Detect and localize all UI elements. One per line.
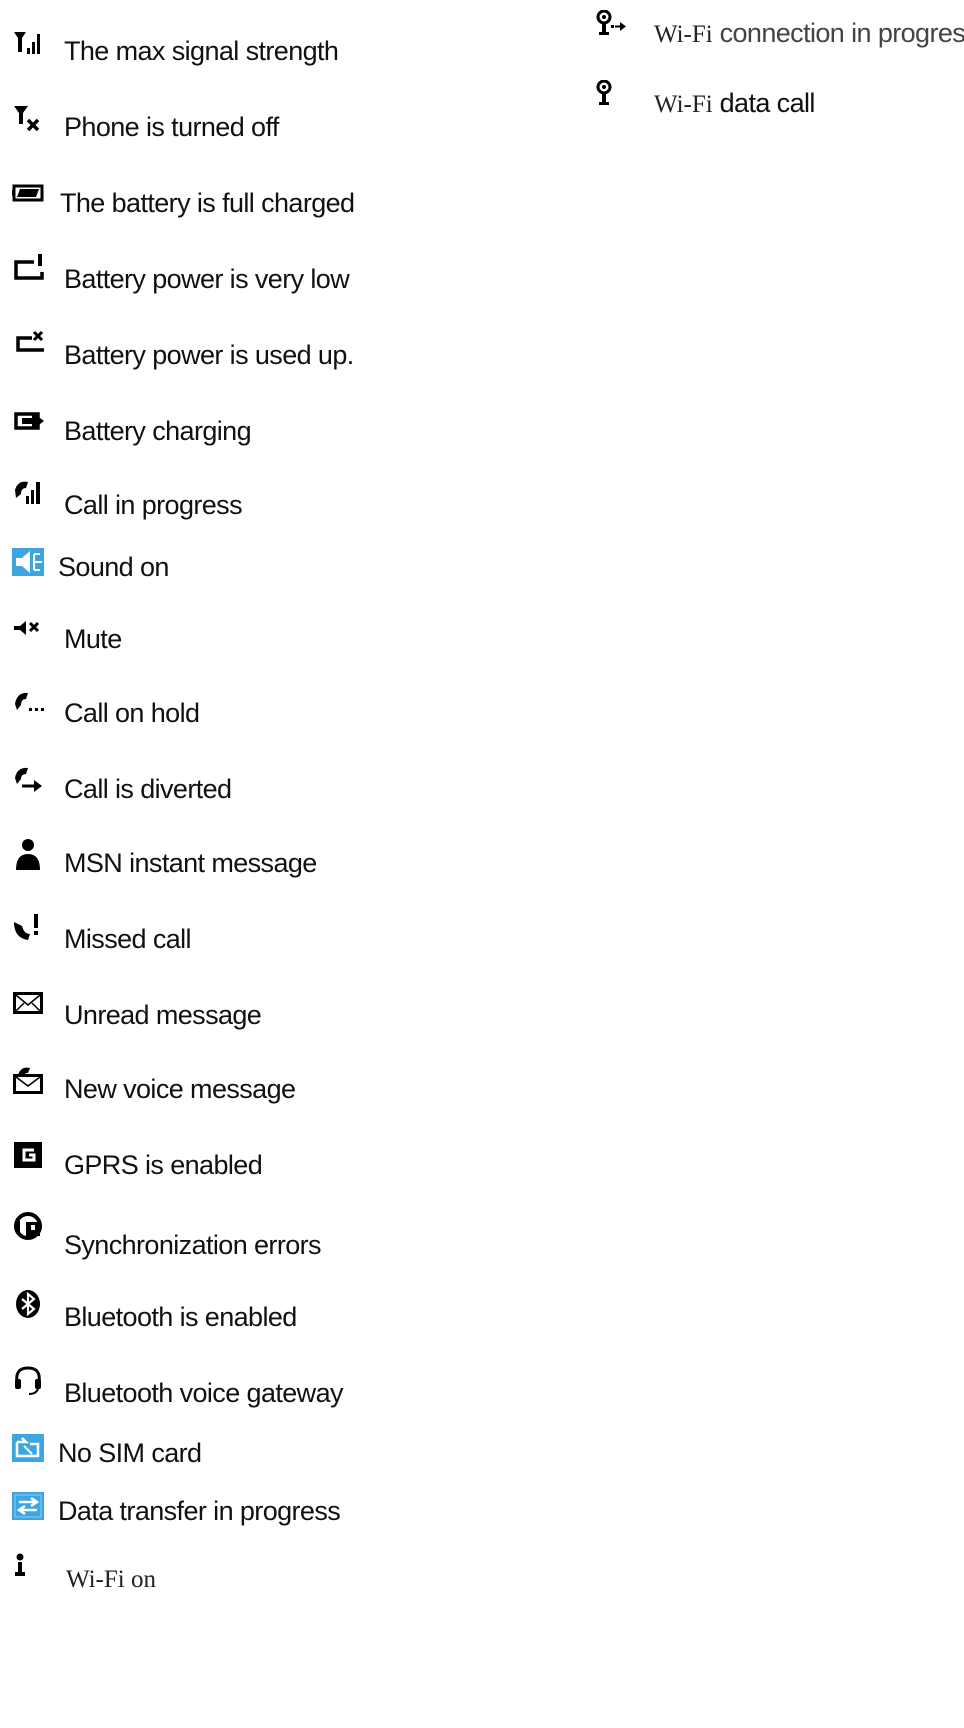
legend-label: Phone is turned off bbox=[64, 112, 279, 142]
legend-label: Battery power is very low bbox=[64, 264, 350, 294]
gprs-icon bbox=[12, 1140, 46, 1174]
legend-label: Call is diverted bbox=[64, 774, 232, 804]
battery-empty-icon bbox=[12, 328, 46, 362]
legend-label: MSN instant message bbox=[64, 848, 317, 878]
battery-low-icon bbox=[12, 252, 46, 286]
voicemail-icon bbox=[12, 1064, 46, 1098]
legend-label: Bluetooth voice gateway bbox=[64, 1378, 343, 1408]
no-sim-icon bbox=[12, 1434, 46, 1468]
legend-label: Data transfer in progress bbox=[58, 1496, 341, 1526]
battery-full-icon bbox=[12, 178, 46, 212]
legend-label: GPRS is enabled bbox=[64, 1150, 263, 1180]
signal-strength-icon bbox=[12, 28, 46, 62]
legend-label: Battery power is used up. bbox=[64, 340, 354, 370]
legend-label: Call on hold bbox=[64, 698, 200, 728]
legend-label: Synchronization errors bbox=[64, 1230, 322, 1260]
call-hold-icon bbox=[12, 688, 46, 722]
wifi-connecting-icon bbox=[594, 10, 628, 44]
legend-label: Missed call bbox=[64, 924, 192, 954]
bluetooth-icon bbox=[12, 1290, 46, 1324]
legend-label: Battery charging bbox=[64, 416, 252, 446]
legend-label: No SIM card bbox=[58, 1438, 202, 1468]
speaker-icon bbox=[12, 548, 46, 582]
legend-label: Wi-Fi on bbox=[66, 1566, 156, 1593]
legend-label: Mute bbox=[64, 624, 122, 654]
wifi-antenna-icon bbox=[12, 1552, 46, 1586]
call-divert-icon bbox=[12, 764, 46, 798]
legend-label: Sound on bbox=[58, 552, 169, 582]
legend-label: The max signal strength bbox=[64, 36, 339, 66]
legend-label: Wi-Fi data call bbox=[654, 88, 815, 119]
phone-off-icon bbox=[12, 104, 46, 138]
missed-call-icon bbox=[12, 912, 46, 946]
legend-label: The battery is full charged bbox=[60, 188, 355, 218]
data-transfer-icon bbox=[12, 1492, 46, 1526]
wifi-description: data call bbox=[712, 88, 816, 118]
legend-label: Unread message bbox=[64, 1000, 262, 1030]
legend-label: Wi-Fi connection in progress bbox=[654, 18, 964, 49]
envelope-icon bbox=[12, 990, 46, 1024]
legend-label: Call in progress bbox=[64, 490, 243, 520]
wifi-term: Wi-Fi bbox=[654, 91, 713, 118]
battery-charging-icon bbox=[12, 404, 46, 438]
call-in-progress-icon bbox=[12, 476, 46, 510]
headset-icon bbox=[12, 1364, 46, 1398]
legend-label: New voice message bbox=[64, 1074, 296, 1104]
wifi-term: Wi-Fi bbox=[654, 21, 713, 48]
wifi-description: connection in progress bbox=[712, 18, 964, 48]
person-icon bbox=[12, 838, 46, 872]
mute-icon bbox=[12, 616, 46, 650]
legend-label: Bluetooth is enabled bbox=[64, 1302, 297, 1332]
sync-error-icon bbox=[12, 1212, 46, 1246]
wifi-data-call-icon bbox=[594, 80, 628, 114]
